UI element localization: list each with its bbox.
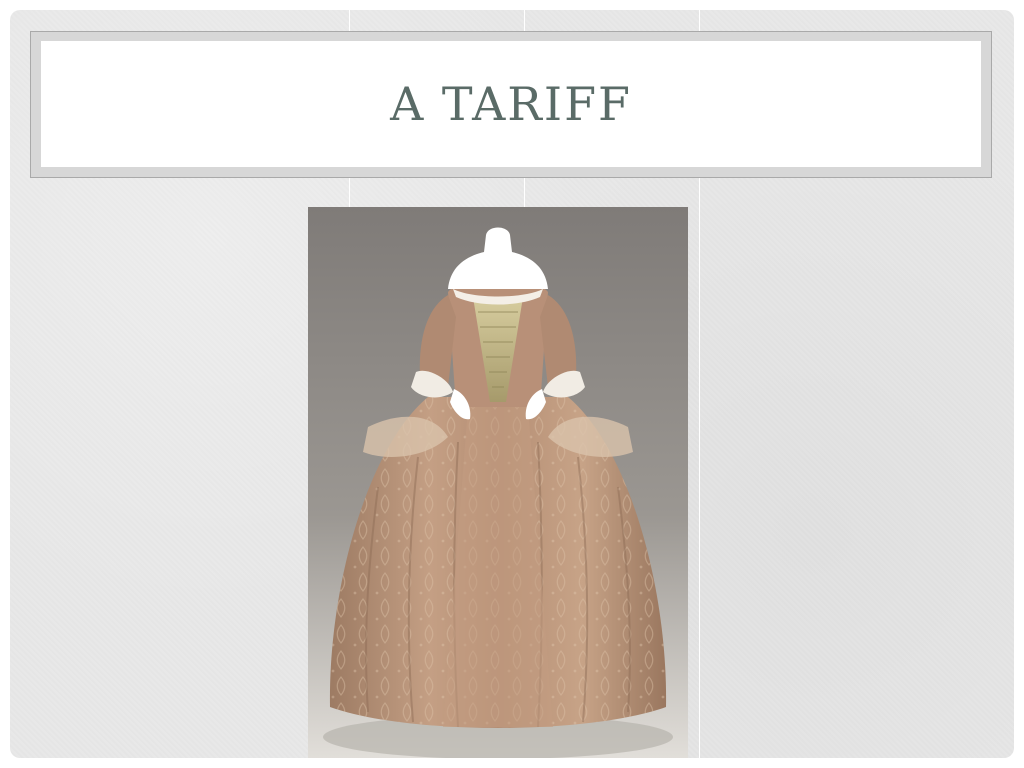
title-frame: A TARIFF (30, 31, 992, 178)
slide: A TARIFF (10, 10, 1014, 758)
dress-photo (308, 207, 688, 758)
slide-title: A TARIFF (390, 77, 632, 131)
title-box: A TARIFF (41, 41, 981, 167)
